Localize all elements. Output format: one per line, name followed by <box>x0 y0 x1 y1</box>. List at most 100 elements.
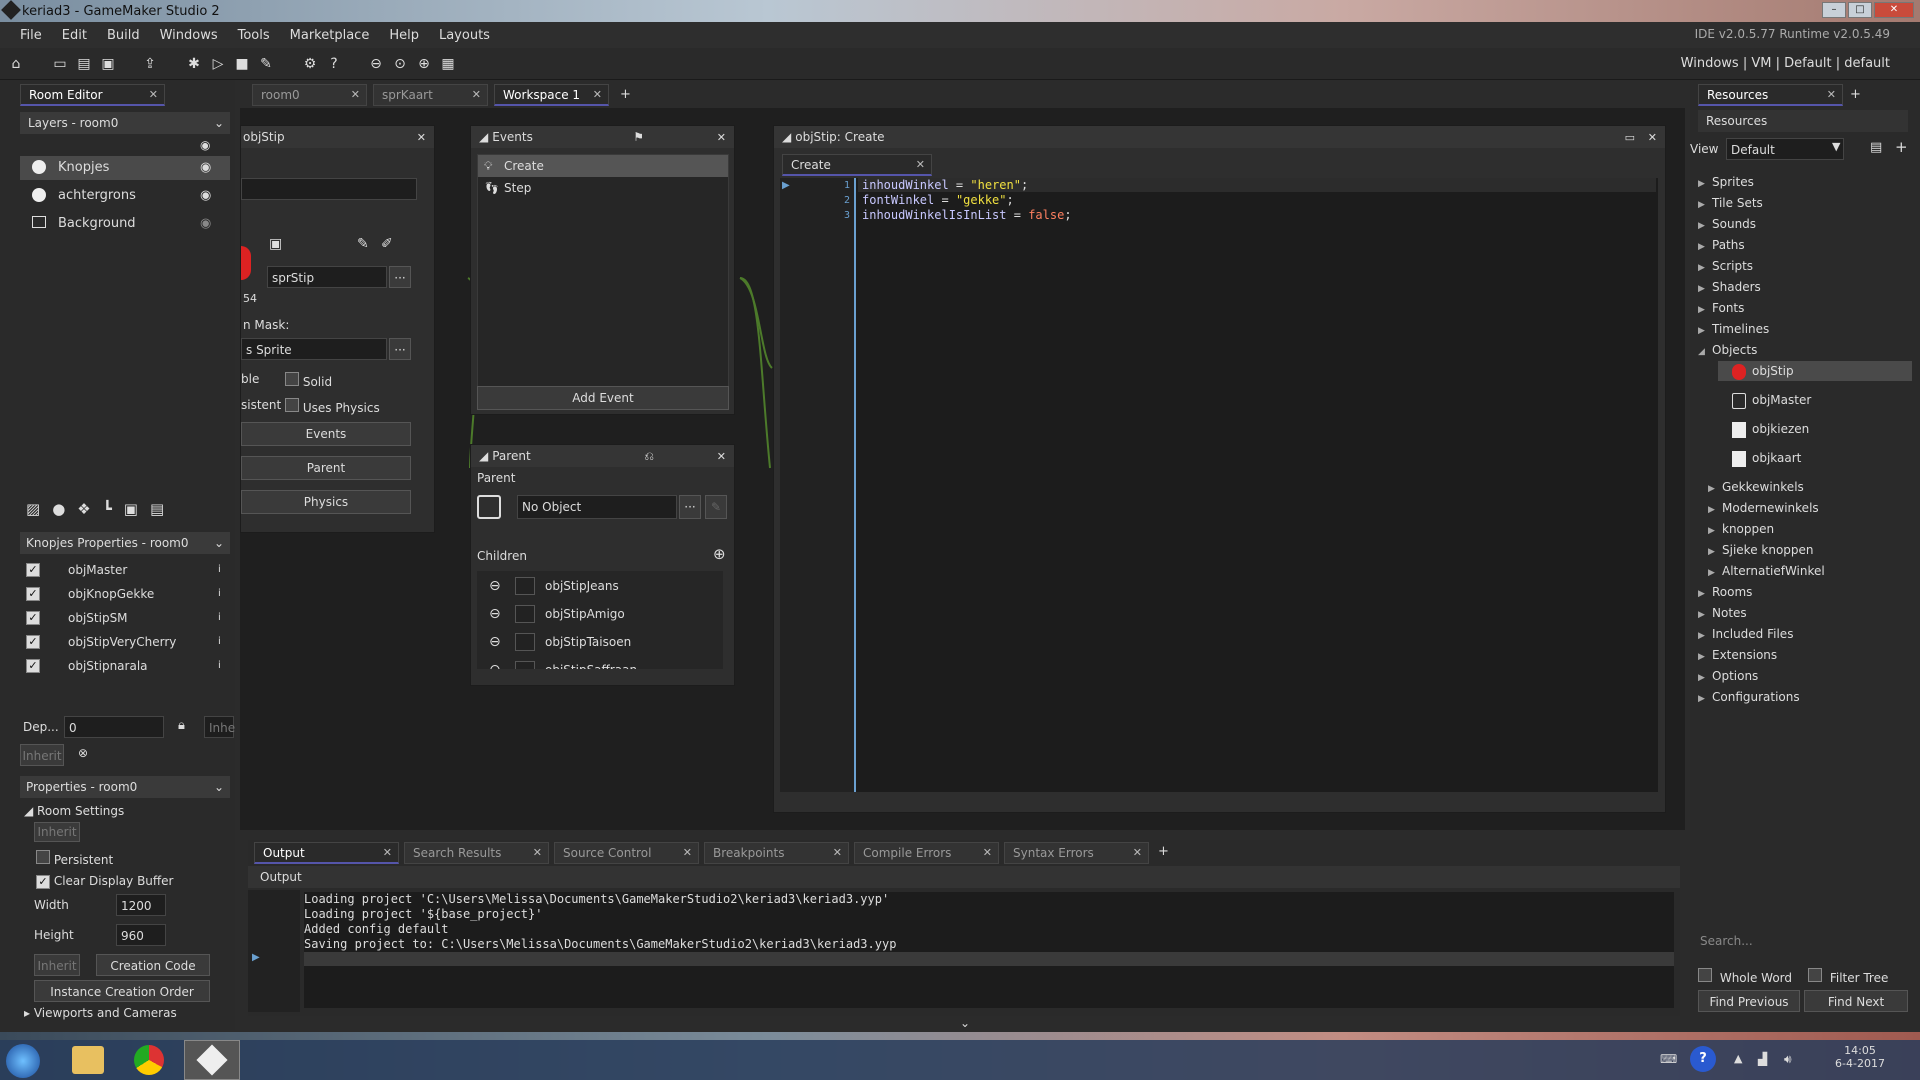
instance-checkbox[interactable]: ✓ <box>26 611 40 625</box>
remove-child-icon[interactable]: ⊖ <box>489 603 501 625</box>
creation-code-button[interactable]: Creation Code <box>96 954 210 976</box>
resource-item[interactable]: ▶ Shaders <box>1698 277 1912 297</box>
stop-icon[interactable]: ■ <box>232 54 252 74</box>
clear-buffer-checkbox[interactable]: ✓ <box>36 875 50 889</box>
collapse-all-icon[interactable]: ▤ <box>1870 140 1882 155</box>
edit-parent-button[interactable]: ✎ <box>705 495 727 519</box>
close-icon[interactable]: ✕ <box>717 131 726 144</box>
resource-item[interactable]: ▶ Timelines <box>1698 319 1912 339</box>
child-row[interactable]: ⊖ objStipTaisoen <box>477 631 707 653</box>
edit-sprite-icon[interactable]: ✎ <box>357 236 369 252</box>
layer-properties-header[interactable]: Knopjes Properties - room0 ⌄ <box>20 532 230 554</box>
mask-browse-button[interactable]: ··· <box>389 338 411 360</box>
maximize-button[interactable]: □ <box>1848 2 1872 18</box>
info-icon[interactable]: i <box>218 656 221 676</box>
brush-icon[interactable]: ✐ <box>381 236 393 252</box>
resource-item[interactable]: objMaster <box>1718 390 1912 410</box>
filter-tree-row[interactable]: Filter Tree <box>1808 968 1888 985</box>
parent-button[interactable]: Parent <box>241 456 411 480</box>
zoom-reset-icon[interactable]: ⊙ <box>390 54 410 74</box>
add-path-layer-icon[interactable]: ┗ <box>103 494 112 524</box>
resource-item[interactable]: ▶ Sprites <box>1698 172 1912 192</box>
clock[interactable]: 14:05 6-4-2017 <box>1830 1044 1890 1070</box>
menu-build[interactable]: Build <box>97 28 150 43</box>
close-icon[interactable]: ✕ <box>683 846 692 859</box>
instance-checkbox[interactable]: ✓ <box>26 659 40 673</box>
close-icon[interactable]: ✕ <box>916 158 925 171</box>
expand-arrow-icon[interactable]: ▶ <box>1698 300 1712 320</box>
search-input[interactable]: Search... <box>1698 930 1908 952</box>
instance-row[interactable]: ✓ objMaster i <box>20 560 221 580</box>
menu-edit[interactable]: Edit <box>52 28 97 43</box>
info-icon[interactable]: i <box>218 560 221 580</box>
solid-row[interactable]: Solid <box>285 372 332 389</box>
tab-breakpoints[interactable]: Breakpoints ✕ <box>704 842 849 864</box>
instance-creation-order-button[interactable]: Instance Creation Order <box>34 980 210 1002</box>
resource-item[interactable]: ▶ Options <box>1698 666 1912 686</box>
new-project-icon[interactable]: ▭ <box>50 54 70 74</box>
instance-row[interactable]: ✓ objKnopGekke i <box>20 584 221 604</box>
collapse-arrow-icon[interactable]: ◢ <box>1698 342 1712 362</box>
close-icon[interactable]: ✕ <box>1648 131 1657 144</box>
eye-icon[interactable]: ◉ <box>200 216 211 231</box>
network-icon[interactable]: ▟ <box>1758 1052 1767 1066</box>
info-icon[interactable]: i <box>218 608 221 628</box>
sprite-selector[interactable]: sprStip <box>267 266 387 288</box>
inherit-creation-button[interactable]: Inherit <box>34 954 80 976</box>
tab-source-control[interactable]: Source Control ✕ <box>554 842 699 864</box>
expand-arrow-icon[interactable]: ▶ <box>1698 195 1712 215</box>
target-selector[interactable]: Windows | VM | Default | default <box>1681 56 1890 71</box>
instance-row[interactable]: ✓ objStipVeryCherry i <box>20 632 221 652</box>
persistent-checkbox[interactable] <box>36 850 50 864</box>
instance-checkbox[interactable]: ✓ <box>26 635 40 649</box>
resource-item[interactable]: ▶ Notes <box>1698 603 1912 623</box>
tab-room0[interactable]: room0 ✕ <box>252 84 367 106</box>
menu-tools[interactable]: Tools <box>228 28 280 43</box>
resource-item[interactable]: ▶ Sjieke knoppen <box>1708 540 1912 560</box>
remove-child-icon[interactable]: ⊖ <box>489 659 501 669</box>
menu-layouts[interactable]: Layouts <box>429 28 500 43</box>
close-icon[interactable]: ✕ <box>533 846 542 859</box>
expand-arrow-icon[interactable]: ▶ <box>1708 563 1722 583</box>
find-previous-button[interactable]: Find Previous <box>1698 990 1800 1012</box>
physics-button[interactable]: Physics <box>241 490 411 514</box>
instance-checkbox[interactable]: ✓ <box>26 587 40 601</box>
chrome-icon[interactable] <box>134 1045 164 1075</box>
save-icon[interactable]: ▣ <box>98 54 118 74</box>
expand-arrow-icon[interactable]: ▶ <box>1698 605 1712 625</box>
viewports-toggle[interactable]: ▸ Viewports and Cameras <box>24 1006 177 1020</box>
expand-arrow-icon[interactable]: ▶ <box>1698 321 1712 341</box>
expand-arrow-icon[interactable]: ▶ <box>1698 689 1712 709</box>
close-icon[interactable]: ✕ <box>593 88 602 101</box>
view-selector[interactable]: Default <box>1726 138 1844 160</box>
expand-arrow-icon[interactable]: ▶ <box>1708 479 1722 499</box>
tab-room-editor[interactable]: Room Editor ✕ <box>20 84 165 106</box>
menu-help[interactable]: Help <box>379 28 429 43</box>
event-item-create[interactable]: 💡︎ Create <box>478 155 728 177</box>
close-icon[interactable]: ✕ <box>351 88 360 101</box>
uses-physics-checkbox[interactable] <box>285 398 299 412</box>
add-child-icon[interactable]: ⊕ <box>713 545 726 563</box>
child-row[interactable]: ⊖ objStipAmigo <box>477 603 707 625</box>
resource-item[interactable]: ▶ Configurations <box>1698 687 1912 707</box>
info-icon[interactable]: i <box>218 632 221 652</box>
chevron-down-icon[interactable]: ⌄ <box>960 1016 970 1030</box>
add-event-button[interactable]: Add Event <box>477 386 729 410</box>
resource-item[interactable]: ▶ Fonts <box>1698 298 1912 318</box>
tray-expand-icon[interactable]: ▲ <box>1734 1052 1742 1065</box>
tab-syntax-errors[interactable]: Syntax Errors ✕ <box>1004 842 1149 864</box>
filter-tree-checkbox[interactable] <box>1808 968 1822 982</box>
whole-word-row[interactable]: Whole Word <box>1698 968 1792 985</box>
gamemaker-taskbar-button[interactable] <box>184 1040 240 1080</box>
help-icon[interactable]: ? <box>1690 1046 1716 1072</box>
lock-icon[interactable]: 🔒︎ <box>178 718 185 733</box>
clear-buffer-row[interactable]: ✓ Clear Display Buffer <box>36 874 174 889</box>
add-tab-icon[interactable]: + <box>1158 844 1169 859</box>
code-line[interactable]: 3 inhoudWinkelIsInList = false; <box>780 208 1650 223</box>
expand-arrow-icon[interactable]: ▶ <box>1698 216 1712 236</box>
width-input[interactable]: 1200 <box>116 894 166 916</box>
reset-icon[interactable]: ⊗ <box>78 746 88 760</box>
close-icon[interactable]: ✕ <box>472 88 481 101</box>
resource-item[interactable]: ▶ Sounds <box>1698 214 1912 234</box>
child-row[interactable]: ⊖ objStipSaffraan <box>477 659 707 669</box>
